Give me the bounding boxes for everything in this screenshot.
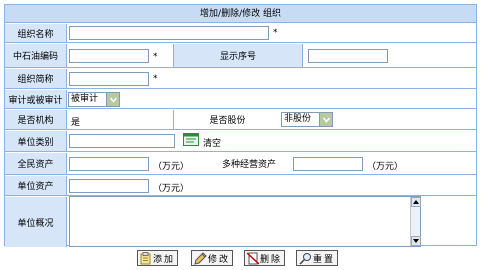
display-order-label: 显示序号 <box>173 44 303 67</box>
add-icon <box>140 251 151 264</box>
pencil-icon <box>194 251 207 265</box>
audit-select[interactable]: 被审计 <box>68 92 120 107</box>
is-share-select[interactable]: 非股份 <box>281 112 333 127</box>
unit-assets-label: 单位资产 <box>5 176 67 195</box>
edit-button[interactable]: 修改 <box>191 250 234 266</box>
clear-link[interactable]: 清空 <box>203 136 221 149</box>
row-audit: 审计或被审计 被审计 <box>5 90 476 109</box>
textarea-scrollbar[interactable] <box>410 197 421 246</box>
reset-button[interactable]: 重置 <box>296 250 339 266</box>
form-title: 增加/删除/修改 组织 <box>5 5 476 23</box>
unit-status-textarea[interactable] <box>69 196 421 247</box>
is-share-selected-value: 非股份 <box>284 114 312 124</box>
audit-label: 审计或被审计 <box>5 90 67 108</box>
edit-button-label: 修改 <box>208 254 231 265</box>
public-assets-unit: （万元） <box>153 162 190 172</box>
public-assets-input[interactable] <box>69 157 149 171</box>
row-org-short: 组织简称 * <box>5 69 476 89</box>
required-mark: * <box>153 52 158 62</box>
is-org-value: 是 <box>71 118 81 128</box>
row-unit-status: 单位概况 <box>5 196 476 247</box>
select-list-icon[interactable] <box>183 133 199 149</box>
delete-button[interactable]: 删除 <box>244 250 286 266</box>
diverse-assets-unit: （万元） <box>367 162 404 172</box>
row-unit-assets: 单位资产 （万元） <box>5 176 476 196</box>
magnifier-icon <box>299 252 311 265</box>
row-unit-type: 单位类别 清空 <box>5 131 476 152</box>
delete-button-label: 删除 <box>260 254 283 265</box>
diverse-assets-input[interactable] <box>293 157 363 171</box>
unit-type-label: 单位类别 <box>5 131 67 151</box>
chevron-down-icon[interactable] <box>319 113 332 126</box>
public-assets-label: 全民资产 <box>5 153 67 174</box>
org-name-label: 组织名称 <box>5 24 67 42</box>
row-petro-code: 中石油编码 * 显示序号 <box>5 44 476 68</box>
org-edit-form: 增加/删除/修改 组织 组织名称 * 中石油编码 * 显示序号 组织简称 * 审… <box>4 4 477 247</box>
row-org-name: 组织名称 * <box>5 24 476 43</box>
chevron-down-icon[interactable] <box>106 93 119 106</box>
required-mark: * <box>153 74 158 84</box>
required-mark: * <box>273 28 278 38</box>
unit-assets-input[interactable] <box>69 179 149 193</box>
audit-selected-value: 被审计 <box>71 94 99 104</box>
unit-type-input[interactable] <box>69 134 175 148</box>
add-button-label: 添加 <box>153 254 176 265</box>
is-share-label: 是否股份 <box>173 110 281 129</box>
reset-button-label: 重置 <box>313 254 336 265</box>
org-name-input[interactable] <box>69 26 269 40</box>
display-order-input[interactable] <box>308 49 388 63</box>
org-short-label: 组织简称 <box>5 69 67 88</box>
row-assets: 全民资产 （万元） 多种经营资产 （万元） <box>5 153 476 175</box>
unit-assets-unit: （万元） <box>153 184 190 194</box>
row-is-org: 是否机构 是 是否股份 非股份 <box>5 110 476 130</box>
scroll-up-icon[interactable] <box>411 197 421 207</box>
delete-icon <box>247 251 259 265</box>
scroll-down-icon[interactable] <box>411 236 421 246</box>
is-org-label: 是否机构 <box>5 110 67 129</box>
petro-code-input[interactable] <box>69 49 149 63</box>
org-short-input[interactable] <box>69 72 149 86</box>
petro-code-label: 中石油编码 <box>5 44 67 67</box>
diverse-assets-label: 多种经营资产 <box>205 153 293 174</box>
add-button[interactable]: 添加 <box>137 250 179 266</box>
unit-status-label: 单位概况 <box>5 197 67 247</box>
